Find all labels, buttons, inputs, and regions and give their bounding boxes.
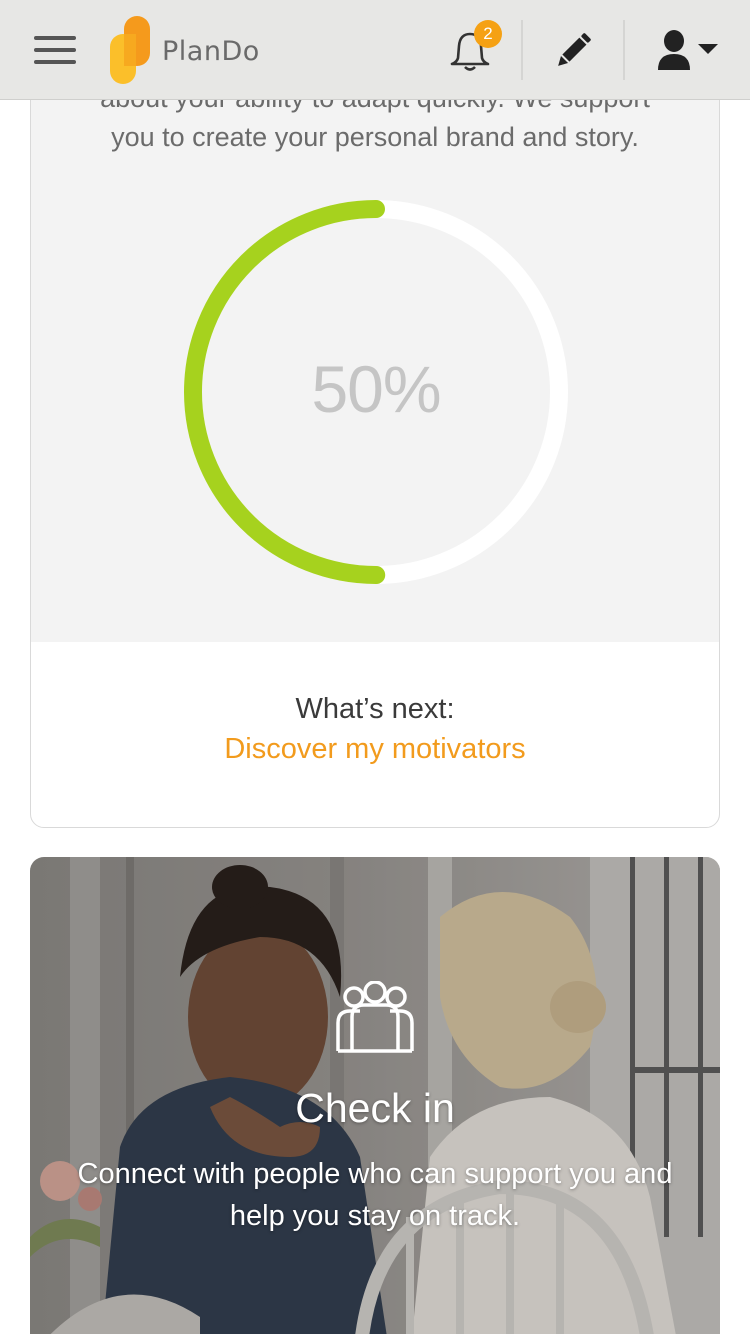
header-divider bbox=[521, 20, 523, 80]
page: about your ability to adapt quickly. We … bbox=[0, 0, 750, 1334]
pencil-icon[interactable] bbox=[554, 32, 592, 70]
plando-logo[interactable]: PlanDo bbox=[108, 14, 268, 86]
progress-percent: 50% bbox=[311, 352, 441, 426]
progress-card-top: about your ability to adapt quickly. We … bbox=[31, 61, 719, 642]
discover-motivators-link[interactable]: Discover my motivators bbox=[31, 733, 719, 766]
brand-name: PlanDo bbox=[162, 36, 260, 67]
profile-menu[interactable] bbox=[656, 30, 722, 72]
progress-card: about your ability to adapt quickly. We … bbox=[30, 60, 720, 828]
description-line: you to create your personal brand and st… bbox=[111, 122, 639, 152]
check-in-card[interactable]: Check in Connect with people who can sup… bbox=[30, 857, 720, 1334]
check-in-title: Check in bbox=[295, 1085, 455, 1131]
hamburger-menu-icon[interactable] bbox=[34, 36, 76, 66]
people-group-icon bbox=[336, 981, 414, 1053]
whats-next-label: What’s next: bbox=[295, 693, 455, 725]
notification-badge: 2 bbox=[474, 20, 502, 48]
check-in-subtitle: Connect with people who can support you … bbox=[77, 1158, 673, 1232]
app-header: PlanDo 2 bbox=[0, 0, 750, 100]
header-divider bbox=[623, 20, 625, 80]
plando-logo-icon bbox=[110, 16, 150, 84]
user-icon bbox=[658, 30, 718, 70]
caret-down-icon bbox=[698, 44, 718, 54]
